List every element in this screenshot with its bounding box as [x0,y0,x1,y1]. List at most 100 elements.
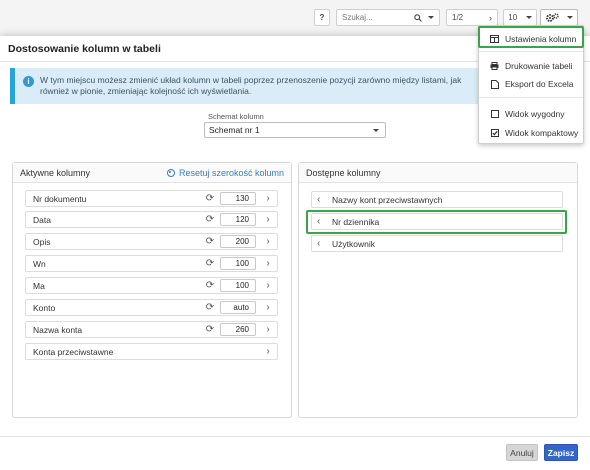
column-width-input[interactable]: 120 [220,213,256,226]
schema-field: Schemat kolumn Schemat nr 1 [204,112,386,138]
column-name: Nr dokumentu [33,193,87,204]
active-columns-panel: Aktywne kolumny Resetuj szerokość kolumn… [12,162,292,418]
reset-width-label: Resetuj szerokość kolumn [178,167,284,178]
info-text: W tym miejscu możesz zmienić układ kolum… [40,75,462,96]
menu-item-export-excel[interactable]: Eksport do Excela [479,75,583,93]
refresh-icon[interactable]: ⟳ [203,280,217,291]
column-width-input[interactable]: auto [220,301,256,314]
menu-divider [479,97,583,98]
chevron-right-icon[interactable]: › [262,302,274,313]
column-width-input[interactable]: 260 [220,323,256,336]
menu-item-comfortable-view[interactable]: Widok wygodny [479,105,583,123]
file-icon [490,79,499,89]
available-columns-panel: Dostępne kolumny ‹ Nazwy kont przeciwsta… [298,162,578,418]
schema-select[interactable]: Schemat nr 1 [204,122,386,138]
column-width-input[interactable]: 100 [220,257,256,270]
chevron-down-icon [567,16,573,19]
available-columns-header: Dostępne kolumny [299,163,577,183]
menu-item-compact-view[interactable]: Widok kompaktowy [479,124,583,142]
column-name: Wn [33,258,46,269]
chevron-right-icon[interactable]: › [262,258,274,269]
active-column-row[interactable]: Konto ⟳ auto › [25,299,278,316]
help-label: ? [319,13,325,22]
search-placeholder: Szukaj... [342,13,373,22]
column-name: Data [33,214,51,225]
column-name: Konto [33,302,56,313]
chevron-down-icon [373,128,379,132]
pagination[interactable]: 1/2 › [446,9,498,26]
menu-item-print[interactable]: Drukowanie tabeli [479,57,583,75]
search-input[interactable]: Szukaj... [336,9,440,26]
column-name: Opis [33,236,51,247]
info-icon: i [23,76,34,87]
menu-item-label: Drukowanie tabeli [505,61,573,71]
column-name: Nazwa konta [33,324,83,335]
modal-footer: Anuluj Zapisz [0,436,590,470]
chevron-right-icon[interactable]: › [489,13,492,23]
menu-item-label: Widok wygodny [505,109,565,119]
active-column-row[interactable]: Nr dokumentu ⟳ 130 › [25,190,278,207]
chevron-down-icon [428,16,434,19]
column-name: Konta przeciwstawne [33,346,114,357]
column-name: Ma [33,280,45,291]
menu-item-column-settings[interactable]: Ustawienia kolumn [479,30,583,48]
column-width-input[interactable]: 100 [220,279,256,292]
chevron-left-icon[interactable]: ‹ [317,194,327,205]
chevron-right-icon[interactable]: › [262,324,274,335]
checkbox-unchecked-icon [490,110,499,119]
active-column-row[interactable]: Nazwa konta ⟳ 260 › [25,321,278,338]
refresh-icon[interactable]: ⟳ [203,324,217,335]
reset-icon [166,168,175,177]
columns-icon [490,35,499,44]
column-name: Nr dziennika [332,216,380,227]
column-name: Nazwy kont przeciwstawnych [332,194,443,205]
menu-item-label: Ustawienia kolumn [505,34,577,44]
menu-item-label: Eksport do Excela [505,79,574,89]
active-column-row[interactable]: Data ⟳ 120 › [25,211,278,228]
available-column-row[interactable]: ‹ Użytkownik [311,235,563,252]
save-button[interactable]: Zapisz [544,444,578,461]
column-width-input[interactable]: 130 [220,192,256,205]
active-columns-title: Aktywne kolumny [20,167,91,178]
settings-menu: Ustawienia kolumn Drukowanie tabeli Eksp… [478,25,584,144]
per-page-value: 10 [508,13,518,22]
chevron-right-icon[interactable]: › [262,236,274,247]
chevron-left-icon[interactable]: ‹ [317,238,327,249]
refresh-icon[interactable]: ⟳ [203,236,217,247]
page-indicator: 1/2 [452,13,464,22]
modal-title: Dostosowanie kolumn w tabeli [8,42,161,55]
refresh-icon[interactable]: ⟳ [203,193,217,204]
chevron-down-icon [525,16,532,19]
chevron-left-icon[interactable]: ‹ [317,216,327,227]
gears-icon [546,12,559,22]
menu-item-label: Widok kompaktowy [505,128,579,138]
available-column-row[interactable]: ‹ Nazwy kont przeciwstawnych [311,191,563,208]
active-columns-header: Aktywne kolumny Resetuj szerokość kolumn [13,163,291,183]
active-column-row[interactable]: Ma ⟳ 100 › [25,277,278,294]
schema-value: Schemat nr 1 [209,125,260,135]
refresh-icon[interactable]: ⟳ [203,214,217,225]
per-page-select[interactable]: 10 [503,9,537,26]
search-icon [414,13,422,22]
reset-width-link[interactable]: Resetuj szerokość kolumn [166,167,284,178]
cancel-button[interactable]: Anuluj [506,444,538,461]
menu-divider [479,51,583,52]
checkbox-checked-icon [490,129,499,138]
refresh-icon[interactable]: ⟳ [203,258,217,269]
available-column-row[interactable]: ‹ Nr dziennika [311,213,563,230]
chevron-right-icon[interactable]: › [262,193,274,204]
column-name: Użytkownik [332,238,375,249]
available-columns-title: Dostępne kolumny [306,167,381,178]
settings-button[interactable] [540,9,578,26]
active-column-row[interactable]: Konta przeciwstawne › [25,343,278,360]
active-column-row[interactable]: Wn ⟳ 100 › [25,255,278,272]
chevron-right-icon[interactable]: › [262,214,274,225]
refresh-icon[interactable]: ⟳ [203,302,217,313]
schema-label: Schemat kolumn [208,112,264,121]
chevron-right-icon[interactable]: › [262,346,274,357]
column-width-input[interactable]: 200 [220,235,256,248]
chevron-right-icon[interactable]: › [262,280,274,291]
help-button[interactable]: ? [314,9,330,26]
print-icon [490,62,499,71]
active-column-row[interactable]: Opis ⟳ 200 › [25,233,278,250]
